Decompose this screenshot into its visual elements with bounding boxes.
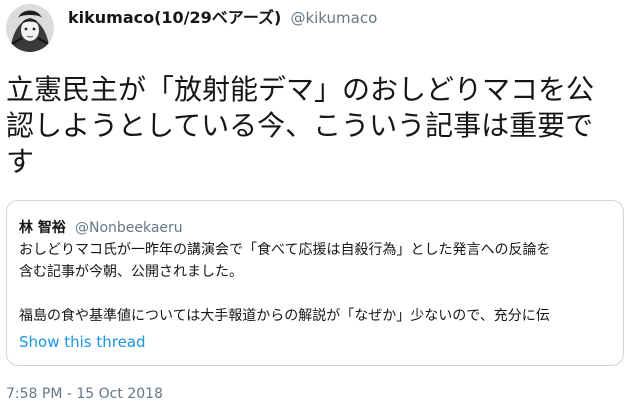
quoted-text-line: おしどりマコ氏が一昨年の講演会で「食べて応援は自殺行為」とした発言への反論を bbox=[19, 242, 551, 258]
author-display-name[interactable]: kikumaco(10/29ベアーズ) bbox=[68, 8, 281, 27]
quoted-text-line: 福島の食や基準値については大手報道からの解説が「なぜか」少ないので、充分に伝 bbox=[19, 308, 550, 324]
author-handle[interactable]: @kikumaco bbox=[290, 9, 377, 27]
show-thread-link[interactable]: Show this thread bbox=[19, 333, 146, 351]
tweet-text: 立憲民主が「放射能デマ」のおしどりマコを公認しようとしている今、こういう記事は重… bbox=[6, 73, 595, 178]
avatar-illustration bbox=[6, 4, 54, 52]
quoted-tweet-text: おしどりマコ氏が一昨年の講演会で「食べて応援は自殺行為」とした発言への反論を 含… bbox=[19, 239, 611, 327]
tweet-timestamp[interactable]: 7:58 PM - 15 Oct 2018 bbox=[6, 386, 163, 402]
tweet-header: kikumaco(10/29ベアーズ) @kikumaco bbox=[68, 4, 377, 28]
quoted-text-line: 含む記事が今朝、公開されました。 bbox=[19, 264, 243, 280]
quoted-author-handle: @Nonbeekaeru bbox=[74, 220, 183, 236]
quoted-tweet-card[interactable]: 林 智裕 @Nonbeekaeru おしどりマコ氏が一昨年の講演会で「食べて応援… bbox=[6, 200, 624, 366]
quoted-tweet-header: 林 智裕 @Nonbeekaeru bbox=[19, 217, 611, 237]
author-avatar[interactable] bbox=[6, 4, 54, 52]
quoted-author-name: 林 智裕 bbox=[19, 220, 66, 236]
